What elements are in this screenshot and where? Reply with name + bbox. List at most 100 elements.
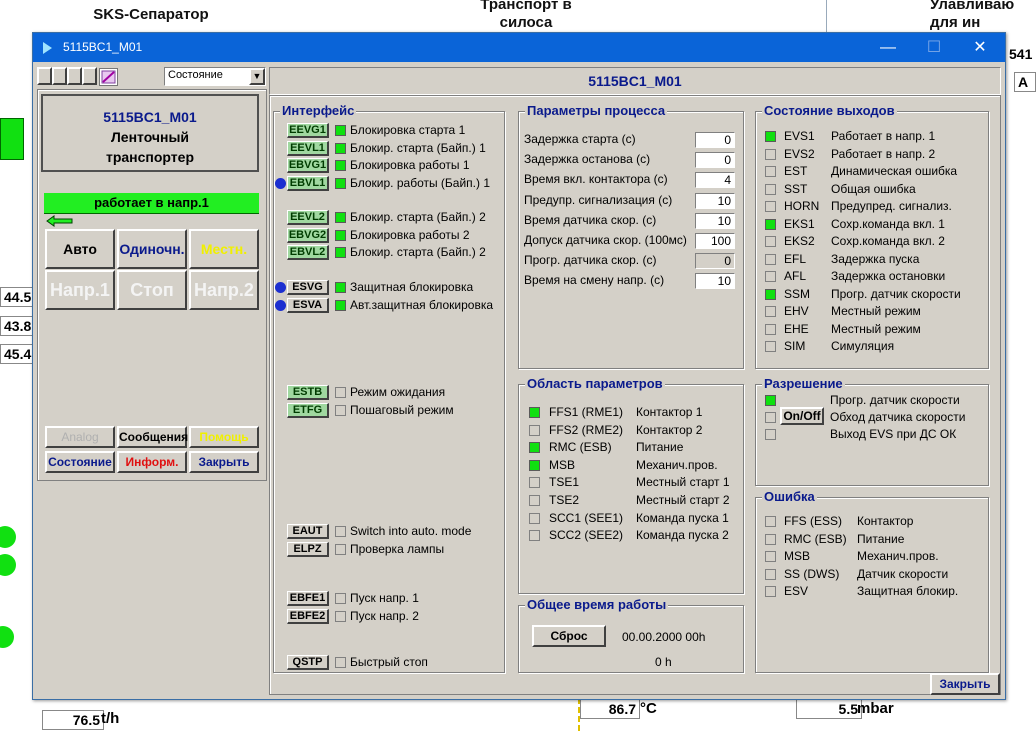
- params-code: SCC1 (SEE1): [549, 510, 624, 525]
- process-param-value[interactable]: 10: [695, 273, 735, 290]
- bg-green-lamp: [0, 526, 16, 548]
- params-code: FFS1 (RME1): [549, 405, 624, 419]
- params-indicator: [529, 459, 540, 471]
- analog-button[interactable]: Analog: [45, 426, 115, 448]
- interface-indicator: [335, 178, 346, 189]
- interface-tag-qstp[interactable]: QSTP: [287, 655, 329, 670]
- chevron-down-icon[interactable]: ▼: [249, 68, 265, 85]
- interface-tag-ebvg2[interactable]: EBVG2: [287, 228, 329, 243]
- output-indicator: [765, 288, 776, 300]
- stop-button[interactable]: Стоп: [117, 270, 187, 310]
- interface-tag-eevl2[interactable]: EEVL2: [287, 210, 329, 225]
- reset-button[interactable]: Сброс: [532, 625, 606, 647]
- bg-unit-1: t/h: [101, 710, 120, 727]
- process-param-label: Задержка останова (с): [524, 152, 651, 167]
- process-param-value[interactable]: 10: [695, 192, 735, 209]
- interface-indicator: [335, 230, 346, 241]
- interface-tag-ebvl1[interactable]: EBVL1: [287, 176, 329, 191]
- output-label: Задержка пуска: [831, 251, 920, 266]
- interface-indicator: [335, 212, 346, 223]
- output-code: SST: [784, 181, 808, 196]
- interface-tag-estb[interactable]: ESTB: [287, 385, 329, 400]
- process-param-value[interactable]: 4: [695, 172, 735, 189]
- app-icon: [43, 42, 52, 54]
- output-label: Динамическая ошибка: [831, 164, 958, 178]
- onoff-button[interactable]: On/Off: [780, 407, 824, 425]
- toolbar-button-4[interactable]: [82, 67, 97, 85]
- dir1-button[interactable]: Напр.1: [45, 270, 115, 310]
- process-param-value[interactable]: 10: [695, 212, 735, 229]
- process-param-value[interactable]: 100: [695, 233, 735, 249]
- interface-tag-esvg[interactable]: ESVG: [287, 280, 329, 295]
- params-code: FFS2 (RME2): [549, 422, 624, 437]
- process-param-label: Время вкл. контактора (с): [524, 172, 668, 187]
- params-label: Местный старт 2: [636, 493, 730, 507]
- params-label: Команда пуска 2: [636, 528, 729, 543]
- interface-label: Блокир. старта (Байп.) 2: [350, 210, 486, 224]
- interface-tag-eevg1[interactable]: EEVG1: [287, 123, 329, 138]
- auto-button[interactable]: Авто: [45, 229, 115, 269]
- params-label: Контактор 1: [636, 405, 703, 419]
- close-panel-button[interactable]: Закрыть: [189, 451, 259, 473]
- error-indicator: [765, 586, 776, 598]
- interface-indicator: [335, 593, 346, 604]
- interface-label: Пуск напр. 1: [350, 591, 419, 605]
- bg-value-7: 86.7: [580, 699, 640, 719]
- edit-pencil-icon[interactable]: [99, 68, 118, 86]
- interface-tag-esva[interactable]: ESVA: [287, 298, 329, 313]
- params-indicator: [529, 424, 540, 436]
- interface-indicator: [335, 300, 346, 311]
- toolbar-button-2[interactable]: [52, 67, 67, 85]
- header-title-bar: 5115BC1_M01: [269, 67, 1001, 95]
- window-titlebar[interactable]: 5115BC1_M01 — ☐ ✕: [33, 33, 1005, 62]
- interface-label: Пуск напр. 2: [350, 609, 419, 623]
- params-label: Команда пуска 1: [636, 510, 729, 525]
- interface-tag-elpz[interactable]: ELPZ: [287, 542, 329, 557]
- messages-button[interactable]: Сообщения: [117, 426, 188, 448]
- toolbar-button-1[interactable]: [37, 67, 52, 85]
- info-button[interactable]: Информ.: [117, 451, 187, 473]
- interface-tag-ebvg1[interactable]: EBVG1: [287, 158, 329, 173]
- interface-tag-etfg[interactable]: ETFG: [287, 403, 329, 418]
- interface-tag-eevl1[interactable]: EEVL1: [287, 141, 329, 156]
- interface-tag-ebvl2[interactable]: EBVL2: [287, 245, 329, 260]
- permission-label: Обход датчика скорости: [830, 410, 966, 424]
- interface-label: Блокир. работы (Байп.) 1: [350, 176, 491, 190]
- bg-value-2: 43.8: [0, 316, 36, 336]
- minimize-button[interactable]: —: [865, 33, 911, 62]
- params-code: SCC2 (SEE2): [549, 528, 624, 543]
- maximize-button[interactable]: ☐: [911, 33, 957, 62]
- interface-tag-ebfe1[interactable]: EBFE1: [287, 591, 329, 606]
- window-title: 5115BC1_M01: [63, 40, 143, 54]
- process-param-value[interactable]: 0: [695, 152, 735, 169]
- output-indicator: [765, 253, 776, 265]
- local-button[interactable]: Местн.: [189, 229, 259, 269]
- view-dropdown[interactable]: Состояние ▼: [164, 67, 266, 86]
- help-button[interactable]: Помощь: [189, 426, 259, 448]
- bg-value-1: 44.5: [0, 287, 36, 307]
- interface-label: Блокировка работы 1: [350, 158, 470, 172]
- state-button[interactable]: Состояние: [45, 451, 115, 473]
- interface-tag-ebfe2[interactable]: EBFE2: [287, 609, 329, 624]
- interface-tag-eaut[interactable]: EAUT: [287, 524, 329, 539]
- status-text: работает в напр.1: [94, 195, 209, 210]
- device-type-line2: транспортер: [105, 149, 194, 165]
- error-label: Контактор: [857, 514, 914, 528]
- bg-value-4: 541: [1009, 46, 1033, 62]
- interface-indicator: [335, 143, 346, 154]
- permission-indicator: [765, 395, 776, 406]
- close-button[interactable]: Закрыть: [930, 673, 1000, 695]
- process-param-label: Время на смену напр. (с): [524, 273, 665, 288]
- interface-indicator: [335, 657, 346, 668]
- dir2-button[interactable]: Напр.2: [189, 270, 259, 310]
- params-indicator: [529, 442, 540, 454]
- toolbar-button-3[interactable]: [67, 67, 82, 85]
- interface-title: Интерфейс: [280, 103, 357, 118]
- params-label: Местный старт 1: [636, 475, 730, 490]
- single-button[interactable]: Одиночн.: [117, 229, 187, 269]
- status-dot-icon: [275, 282, 286, 293]
- output-indicator: [765, 236, 776, 247]
- close-window-button[interactable]: ✕: [957, 33, 1003, 62]
- output-label: Работает в напр. 1: [831, 129, 936, 143]
- process-param-value[interactable]: 0: [695, 132, 735, 148]
